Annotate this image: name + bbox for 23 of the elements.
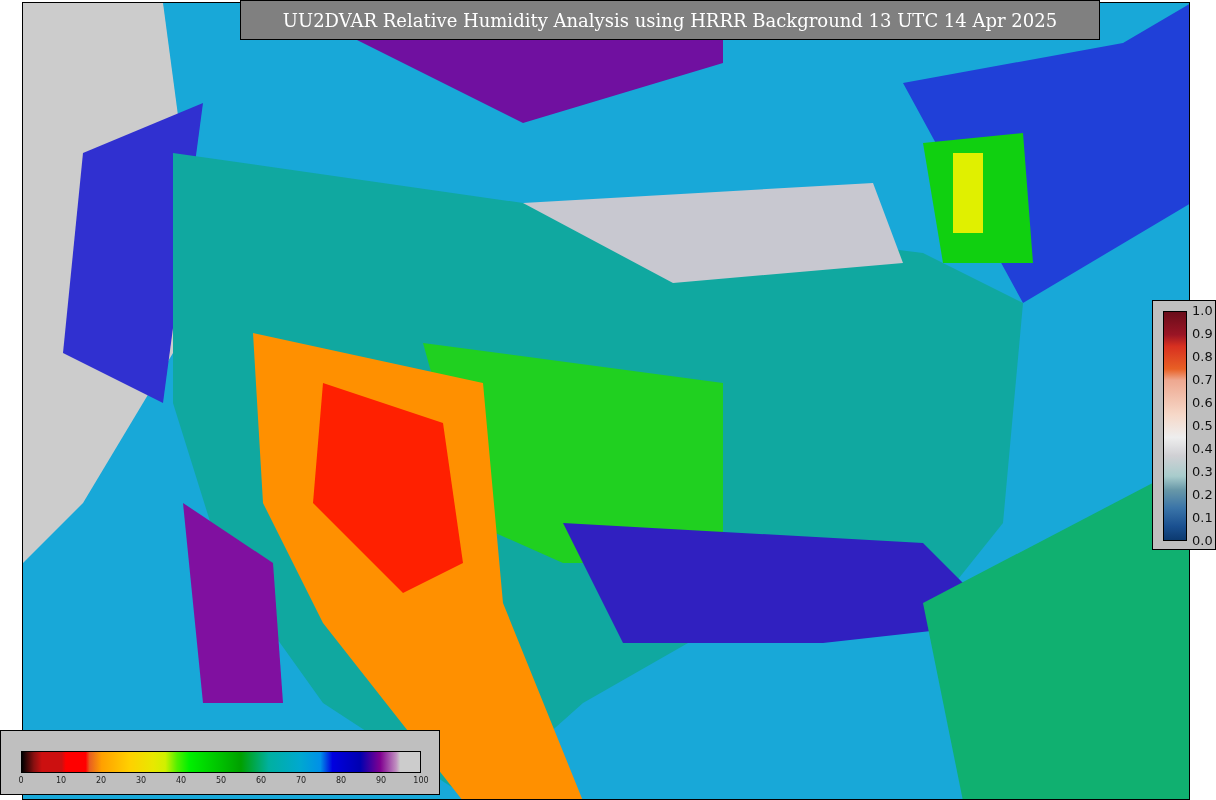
tick-label: 0.2 <box>1192 486 1213 505</box>
tick-label: 0.6 <box>1192 394 1213 413</box>
chart-title: UU2DVAR Relative Humidity Analysis using HRRR Background 13 UTC 14 Apr 2025 <box>240 0 1100 40</box>
tick-label: 90 <box>375 775 387 787</box>
tick-label: 20 <box>95 775 107 787</box>
tick-label: 0.5 <box>1192 417 1213 436</box>
tick-label: 1.0 <box>1192 302 1213 321</box>
tick-label: 0.3 <box>1192 463 1213 482</box>
tick-label: 0.9 <box>1192 325 1213 344</box>
tick-label: 80 <box>335 775 347 787</box>
tick-label: 0 <box>18 775 24 787</box>
tick-label: 0.7 <box>1192 371 1213 390</box>
tick-label: 100 <box>413 775 429 787</box>
tick-label: 70 <box>295 775 307 787</box>
tick-label: 0.1 <box>1192 509 1213 528</box>
tick-label: 30 <box>135 775 147 787</box>
tick-label: 40 <box>175 775 187 787</box>
tick-label: 0.4 <box>1192 440 1213 459</box>
tick-label: 10 <box>55 775 67 787</box>
tick-label: 0.0 <box>1192 532 1213 551</box>
tick-label: 0.8 <box>1192 348 1213 367</box>
tick-label: 60 <box>255 775 267 787</box>
tick-label: 50 <box>215 775 227 787</box>
